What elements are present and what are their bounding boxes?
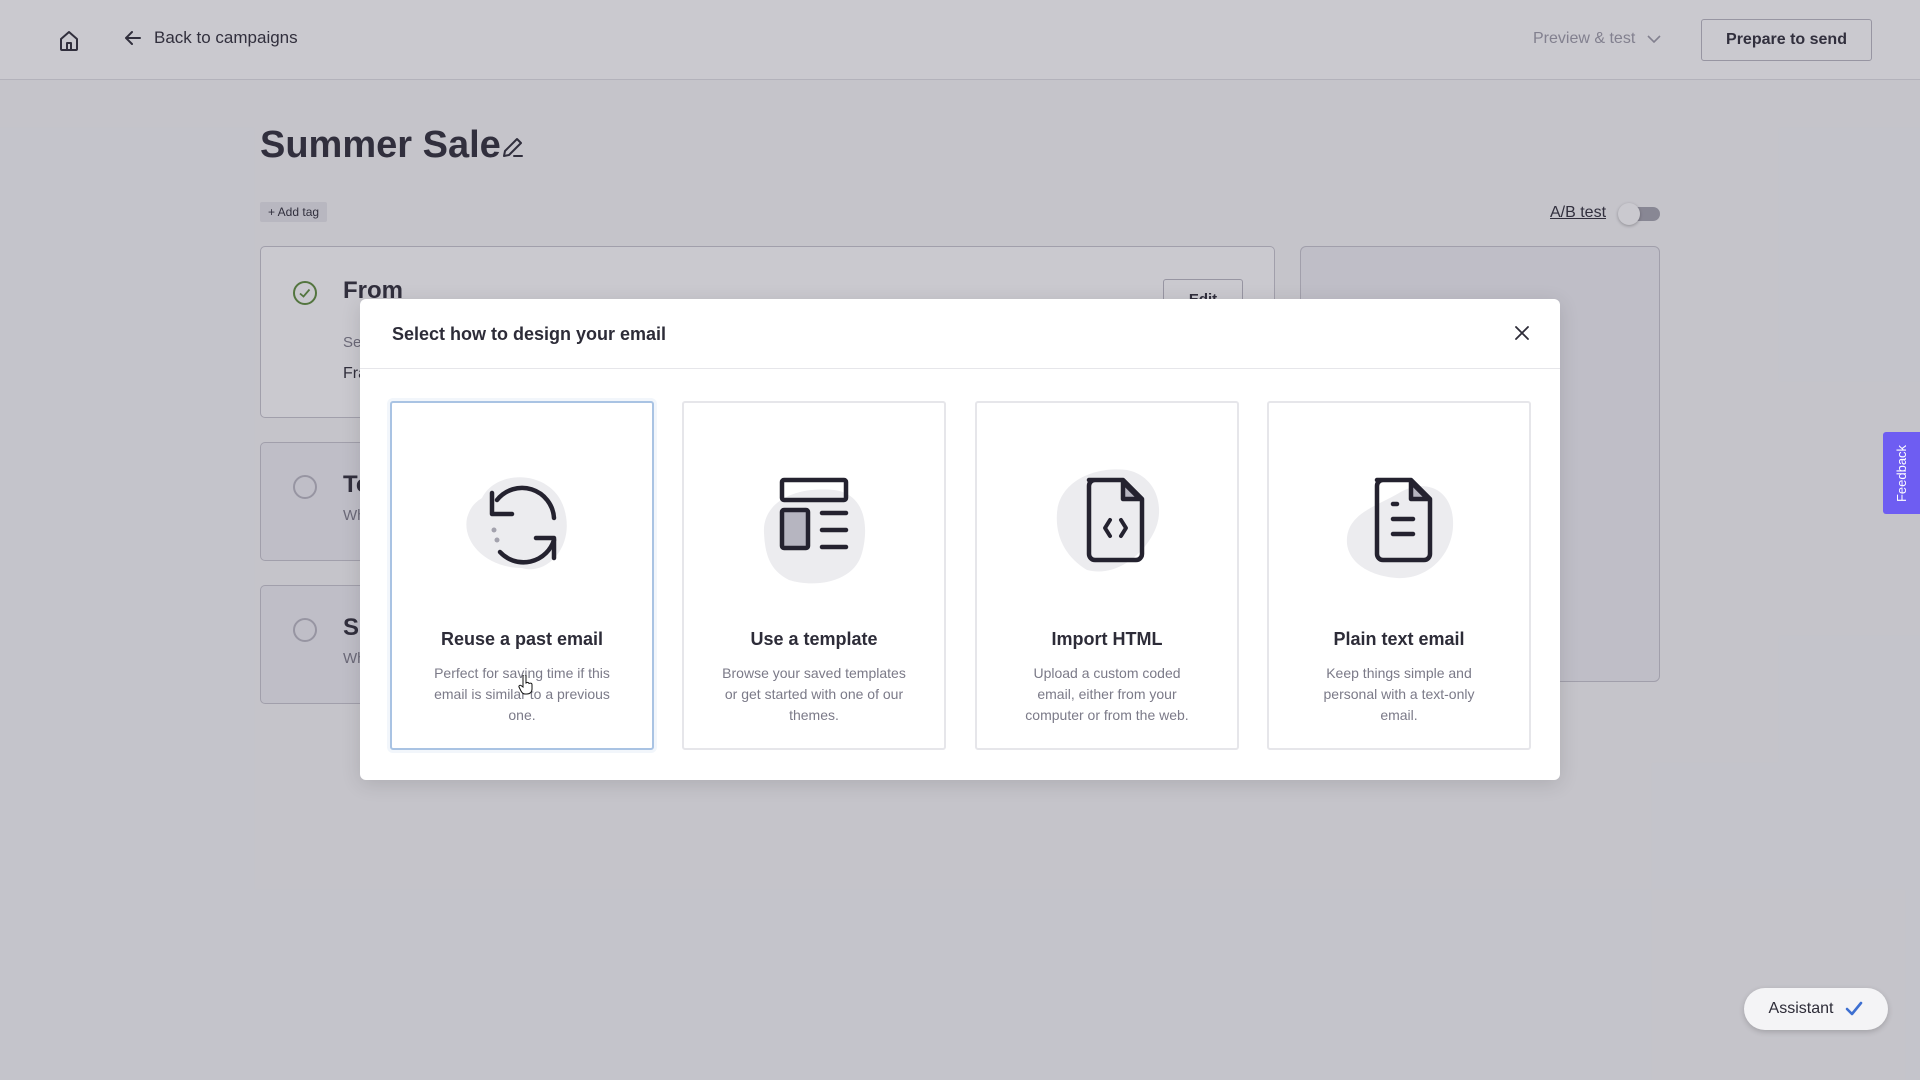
feedback-label: Feedback	[1894, 444, 1909, 502]
assistant-label: Assistant	[1768, 1000, 1834, 1017]
option-description: Perfect for saving time if this email is…	[434, 665, 610, 723]
close-button[interactable]	[1510, 321, 1534, 345]
modal-header: Select how to design your email	[360, 299, 1560, 369]
option-description: Browse your saved templates or get start…	[722, 665, 906, 723]
option-title: Reuse a past email	[440, 629, 604, 649]
option-title: Plain text email	[1333, 629, 1465, 649]
option-plain-text-email[interactable]: Plain text email Keep things simple and …	[1267, 401, 1531, 750]
option-import-html[interactable]: Import HTML Upload a custom coded email,…	[975, 401, 1239, 750]
close-icon	[1515, 326, 1529, 340]
assistant-button[interactable]: Assistant	[1744, 988, 1888, 1030]
code-file-icon	[1056, 469, 1160, 572]
option-title: Import HTML	[1051, 629, 1163, 649]
feedback-tab[interactable]: Feedback	[1883, 432, 1920, 514]
option-reuse-past-email[interactable]: Reuse a past email Perfect for saving ti…	[390, 401, 654, 750]
checkmark-icon	[1846, 1001, 1863, 1016]
option-description: Upload a custom coded email, either from…	[1025, 665, 1189, 723]
option-title: Use a template	[750, 629, 878, 649]
option-description: Keep things simple and personal with a t…	[1323, 665, 1475, 723]
refresh-icon	[466, 477, 567, 570]
template-layout-icon	[763, 477, 866, 584]
modal-title: Select how to design your email	[392, 324, 667, 344]
text-file-icon	[1346, 477, 1454, 579]
design-method-modal: Select how to design your email Reuse a …	[360, 299, 1560, 780]
option-use-template[interactable]: Use a template Browse your saved templat…	[682, 401, 946, 750]
